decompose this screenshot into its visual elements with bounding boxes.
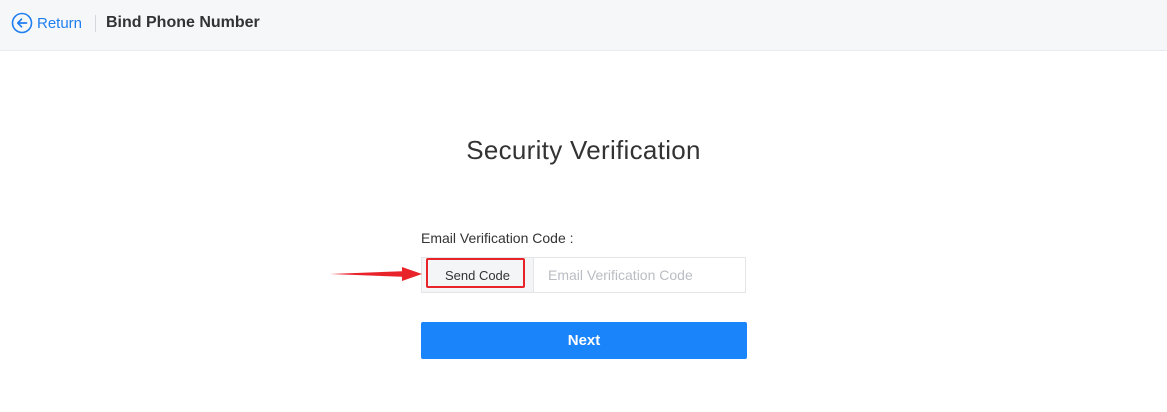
top-bar: Return Bind Phone Number xyxy=(0,0,1167,51)
page-title: Bind Phone Number xyxy=(106,14,260,31)
send-code-label: Send Code xyxy=(444,267,511,283)
red-arrow-right-icon xyxy=(330,267,422,281)
circle-arrow-left-icon xyxy=(11,12,33,34)
next-label: Next xyxy=(567,332,601,349)
header-divider xyxy=(95,15,96,32)
return-link[interactable]: Return xyxy=(11,12,82,34)
email-code-input[interactable] xyxy=(534,258,745,292)
security-verification-title: Security Verification xyxy=(466,135,701,165)
return-label: Return xyxy=(37,14,83,32)
send-code-button[interactable]: Send Code xyxy=(422,258,534,292)
email-code-group: Send Code xyxy=(421,257,746,293)
next-button[interactable]: Next xyxy=(421,322,747,359)
email-code-label: Email Verification Code : xyxy=(421,230,574,246)
